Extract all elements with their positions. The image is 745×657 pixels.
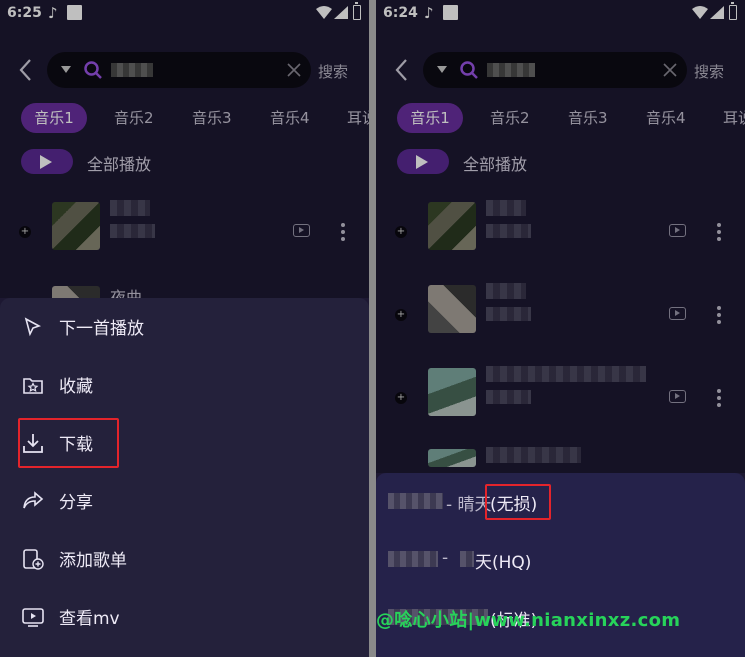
quality-prefix: -	[442, 548, 449, 568]
next-play-icon	[24, 317, 42, 337]
quality-option-hq[interactable]: - 天(HQ)	[376, 531, 745, 591]
song-name-redacted	[388, 493, 443, 509]
screen-divider	[369, 0, 376, 657]
song-name-redacted	[460, 551, 474, 567]
menu-item-view-mv[interactable]: 查看mv	[0, 588, 369, 646]
action-sheet: 下一首播放 收藏 下载 分享 添加歌单 查看mv	[0, 298, 369, 657]
quality-label: 天(HQ)	[475, 553, 532, 573]
favorite-folder-icon	[23, 378, 43, 394]
watermark: @唸心小站|www.nianxinxz.com	[376, 610, 681, 631]
menu-item-label: 添加歌单	[59, 551, 127, 571]
mv-icon	[22, 608, 44, 627]
song-name-redacted	[388, 551, 438, 567]
left-screen: 6:25 ♪ 搜索 音乐1 音乐2 音乐3 音乐4 耳说 全部播放 + 夜曲	[0, 0, 369, 657]
dim-overlay[interactable]	[0, 0, 369, 298]
lossless-highlight-box	[485, 484, 551, 520]
share-icon	[23, 491, 44, 509]
menu-item-label: 下一首播放	[59, 319, 144, 339]
menu-item-next-play[interactable]: 下一首播放	[0, 298, 369, 356]
add-playlist-icon	[23, 549, 44, 570]
menu-item-add-playlist[interactable]: 添加歌单	[0, 530, 369, 588]
menu-item-label: 收藏	[59, 377, 93, 397]
dim-overlay[interactable]	[376, 0, 745, 473]
quality-option-lossless[interactable]: - 晴天 (无损)	[376, 473, 745, 533]
menu-item-label: 分享	[59, 493, 93, 513]
download-highlight-box	[18, 418, 119, 468]
menu-item-favorite[interactable]: 收藏	[0, 356, 369, 414]
menu-item-label: 查看mv	[59, 609, 120, 629]
menu-item-share[interactable]: 分享	[0, 472, 369, 530]
right-screen: 6:24 ♪ 搜索 音乐1 音乐2 音乐3 音乐4 耳说 全部播放 + +	[376, 0, 745, 657]
